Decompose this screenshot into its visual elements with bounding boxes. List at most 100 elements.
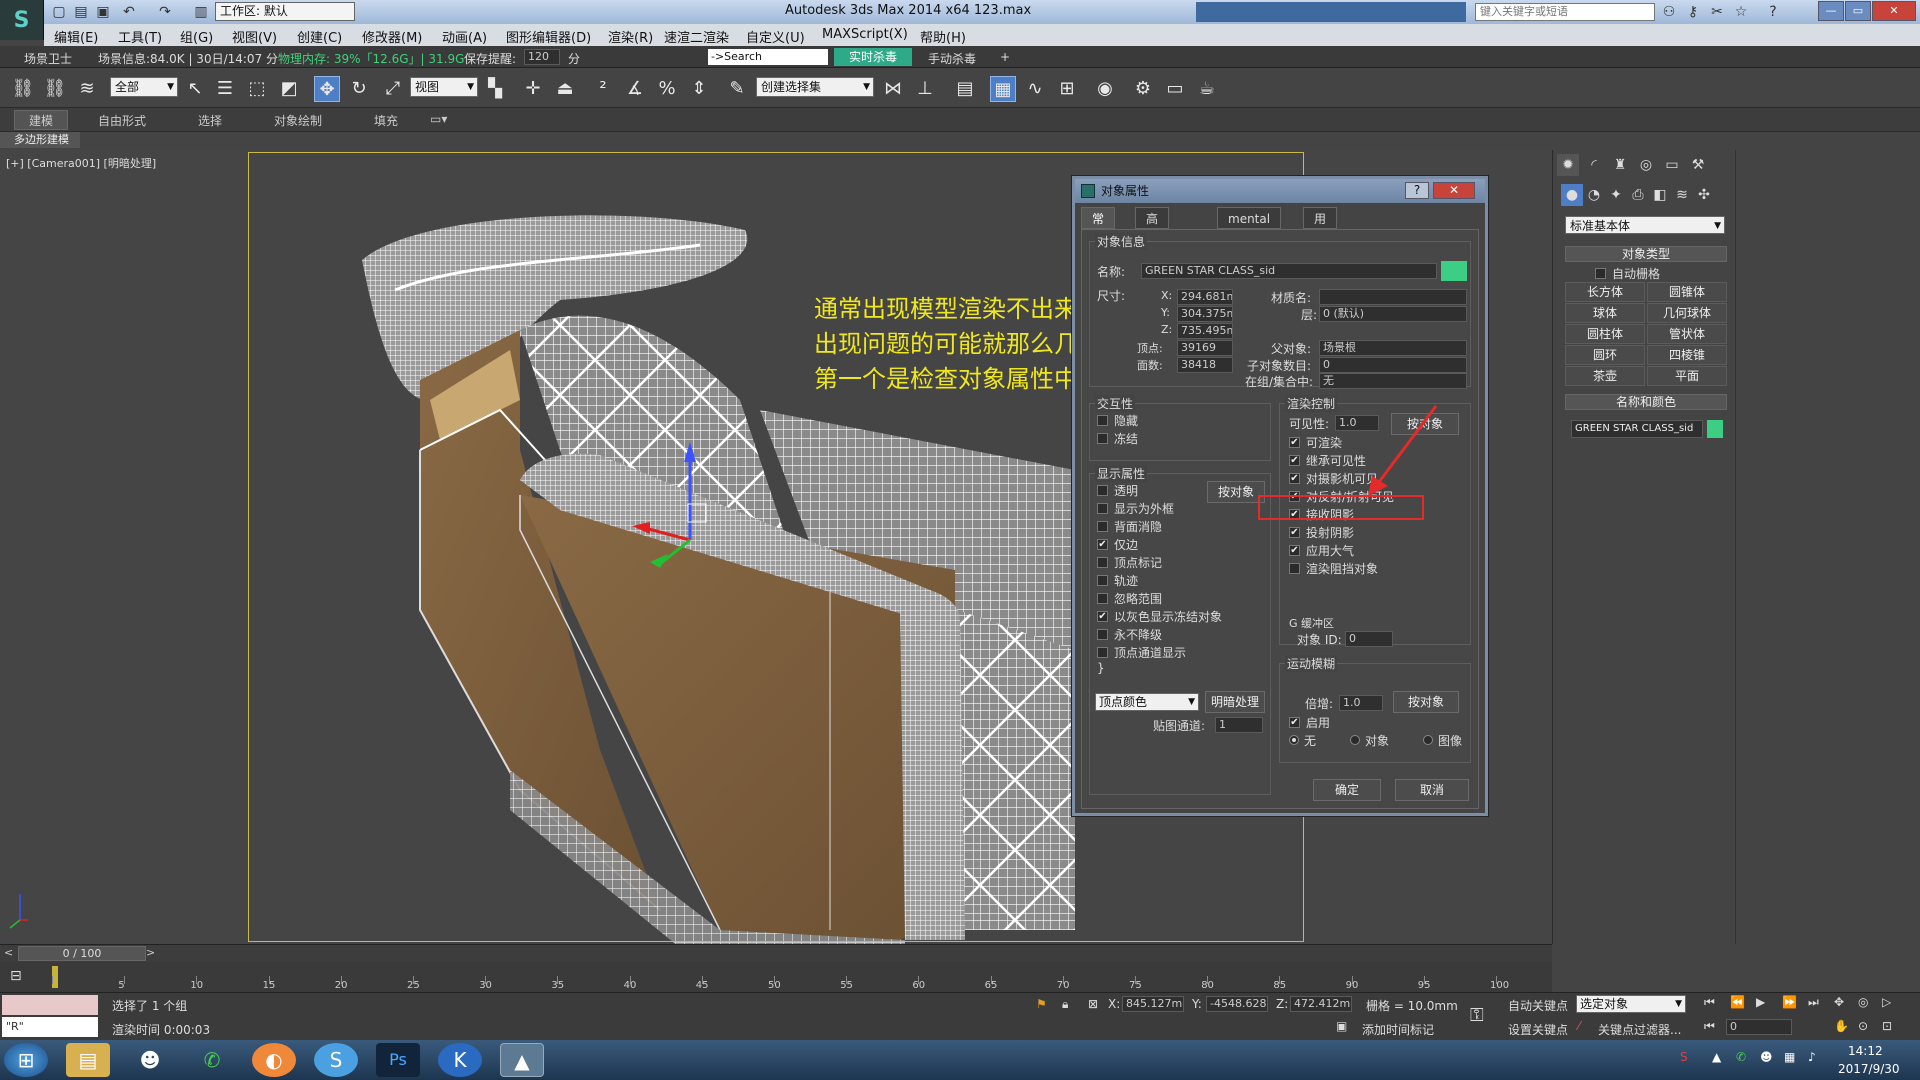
time-tag-icon[interactable]: ▣ — [1336, 1019, 1347, 1033]
select-manipulate-icon[interactable]: ✛ — [520, 76, 546, 102]
spinner-snap-icon[interactable]: ⇕ — [686, 76, 712, 102]
vertex-color-combo[interactable]: 顶点颜色 ▼ — [1095, 693, 1199, 711]
next-key-icon[interactable]: ⏩ — [1782, 995, 1797, 1009]
keep-minutes-input[interactable]: 120 — [524, 49, 560, 65]
systems-icon[interactable]: ✣ — [1693, 184, 1715, 206]
qq-icon[interactable]: ☻ — [128, 1043, 172, 1077]
display-option-row[interactable]: 透明 — [1097, 481, 1222, 499]
geometry-icon[interactable]: ● — [1561, 184, 1583, 206]
auto-key-button[interactable]: 自动关键点 — [1508, 997, 1568, 1014]
realtime-scan-button[interactable]: 实时杀毒 — [834, 48, 912, 66]
named-selection-combo[interactable]: 创建选择集 — [756, 77, 874, 97]
kugou-icon[interactable]: K — [438, 1043, 482, 1077]
box-button[interactable]: 长方体 — [1565, 282, 1645, 302]
menu-group[interactable]: 组(G) — [180, 27, 213, 46]
track-bar[interactable]: ⊟ 5 10 15 20 25 30 35 40 45 50 55 60 65 70 75 80 85 90 95 1… — [0, 962, 1552, 992]
window-crossing-icon[interactable]: ◩ — [276, 76, 302, 102]
cone-button[interactable]: 圆锥体 — [1647, 282, 1727, 302]
display-panel-icon[interactable]: ▭ — [1661, 154, 1683, 176]
fov-icon[interactable]: ▷ — [1882, 995, 1891, 1009]
plugin-search-input[interactable]: ->Search — [708, 49, 828, 65]
checkbox[interactable] — [1097, 574, 1108, 586]
object-type-rollout[interactable]: 对象类型 — [1565, 246, 1727, 262]
key-mode-icon[interactable]: ⚿ — [1470, 1005, 1484, 1026]
prev-frame-icon[interactable]: < — [4, 946, 13, 959]
network-icon[interactable]: ▦ — [1784, 1050, 1795, 1064]
display-option-row[interactable]: ✔ 以灰色显示冻结对象 — [1097, 607, 1222, 625]
snaps-toggle-icon[interactable]: ² — [590, 76, 616, 102]
add-button[interactable]: + — [1000, 50, 1010, 64]
create-panel-icon[interactable]: ✹ — [1557, 154, 1579, 176]
autogrid-row[interactable]: 自动栅格 — [1595, 265, 1660, 282]
workspace-combo[interactable]: 工作区: 默认 — [215, 2, 355, 21]
menu-create[interactable]: 创建(C) — [297, 27, 342, 46]
reference-coord-combo[interactable]: 视图 — [410, 77, 478, 97]
viewport-label[interactable]: [+] [Camera001] [明暗处理] — [6, 155, 156, 171]
select-by-name-icon[interactable]: ☰ — [212, 76, 238, 102]
display-option-row[interactable]: 显示为外框 — [1097, 499, 1222, 517]
plane-button[interactable]: 平面 — [1647, 366, 1727, 386]
menu-maxscript[interactable]: MAXScript(X) — [822, 27, 908, 42]
tab-general[interactable]: 常规 — [1081, 207, 1116, 248]
rendered-frame-icon[interactable]: ▭ — [1162, 76, 1188, 102]
renderable-checkbox[interactable]: ✔ — [1289, 436, 1300, 448]
menu-customize[interactable]: 自定义(U) — [746, 27, 805, 46]
object-color-swatch[interactable] — [1707, 420, 1723, 438]
lock-icon[interactable]: 🔒︎ — [1062, 997, 1068, 1012]
display-option-row[interactable]: 忽略范围 — [1097, 589, 1222, 607]
play-icon[interactable]: ▶ — [1756, 995, 1765, 1009]
pan-icon[interactable]: ✋ — [1834, 1019, 1849, 1033]
checkbox[interactable] — [1097, 502, 1108, 514]
checkbox[interactable]: ✔ — [1097, 538, 1108, 550]
tray-arrow-icon[interactable]: ▲ — [1712, 1050, 1721, 1064]
visible-to-camera-checkbox[interactable]: ✔ — [1289, 472, 1300, 484]
link-icon[interactable]: ⛓ — [10, 76, 36, 102]
layer-manager-icon[interactable]: ▤ — [952, 76, 978, 102]
maxscript-listener[interactable] — [2, 995, 98, 1015]
orbit-icon[interactable]: ◎ — [1858, 995, 1868, 1009]
radio-image[interactable] — [1423, 735, 1434, 745]
tab-user-defined[interactable]: 用户定义 — [1303, 207, 1338, 292]
render-option-row[interactable]: ✔ 应用大气 — [1289, 541, 1394, 559]
selection-filter-combo[interactable]: 全部 — [110, 77, 178, 97]
checkbox[interactable] — [1097, 628, 1108, 640]
ime-icon[interactable]: S — [1680, 1050, 1688, 1064]
manual-scan-button[interactable]: 手动杀毒 — [928, 50, 976, 67]
object-color-swatch[interactable] — [1441, 261, 1467, 281]
scale-icon[interactable]: ⤢ — [380, 76, 406, 102]
redo-icon[interactable]: ↷ — [156, 3, 174, 21]
enable-row[interactable]: ✔ 启用 — [1289, 713, 1330, 731]
x-coord-input[interactable]: 845.127mm — [1122, 996, 1184, 1012]
key-filters-button[interactable]: 关键点过滤器... — [1598, 1021, 1681, 1038]
save-icon[interactable]: ▣ — [94, 3, 112, 21]
set-key-button[interactable]: 设置关键点 — [1508, 1021, 1568, 1038]
display-option-row[interactable]: 顶点标记 — [1097, 553, 1222, 571]
unlink-icon[interactable]: ⛓ — [42, 76, 68, 102]
display-option-row[interactable]: ✔ 仅边 — [1097, 535, 1222, 553]
lights-icon[interactable]: ✦ — [1605, 184, 1627, 206]
menu-help[interactable]: 帮助(H) — [920, 27, 966, 46]
autogrid-checkbox[interactable] — [1595, 268, 1606, 279]
render-option-row[interactable]: ✔ 投射阴影 — [1289, 523, 1394, 541]
keyboard-shortcut-icon[interactable]: ⏏ — [552, 76, 578, 102]
edit-named-sets-icon[interactable]: ✎ — [724, 76, 750, 102]
checkbox[interactable] — [1097, 556, 1108, 568]
display-option-row[interactable]: 背面消隐 — [1097, 517, 1222, 535]
menu-speed-render[interactable]: 速渲二渲染 — [664, 27, 729, 46]
spacewarps-icon[interactable]: ≋ — [1671, 184, 1693, 206]
curve-editor-icon[interactable]: ∿ — [1022, 76, 1048, 102]
key-mode-toggle-icon[interactable]: ⏮ — [1704, 1019, 1715, 1034]
help-icon[interactable]: ? — [1764, 3, 1782, 21]
render-setup-icon[interactable]: ⚙ — [1130, 76, 1156, 102]
radio-object[interactable] — [1350, 735, 1361, 745]
app-logo[interactable]: S — [0, 0, 44, 40]
key-filter-combo[interactable]: 选定对象 ▼ — [1576, 995, 1686, 1013]
shaded-button[interactable]: 明暗处理 — [1205, 691, 1265, 713]
volume-icon[interactable]: ♪ — [1808, 1050, 1816, 1064]
absolute-mode-icon[interactable]: ⊠ — [1088, 997, 1098, 1011]
wechat-icon[interactable]: ✆ — [190, 1043, 234, 1077]
map-channel-input[interactable]: 1 — [1215, 717, 1263, 733]
rect-selection-icon[interactable]: ⬚ — [244, 76, 270, 102]
motion-panel-icon[interactable]: ◎ — [1635, 154, 1657, 176]
geosphere-button[interactable]: 几何球体 — [1647, 303, 1727, 323]
